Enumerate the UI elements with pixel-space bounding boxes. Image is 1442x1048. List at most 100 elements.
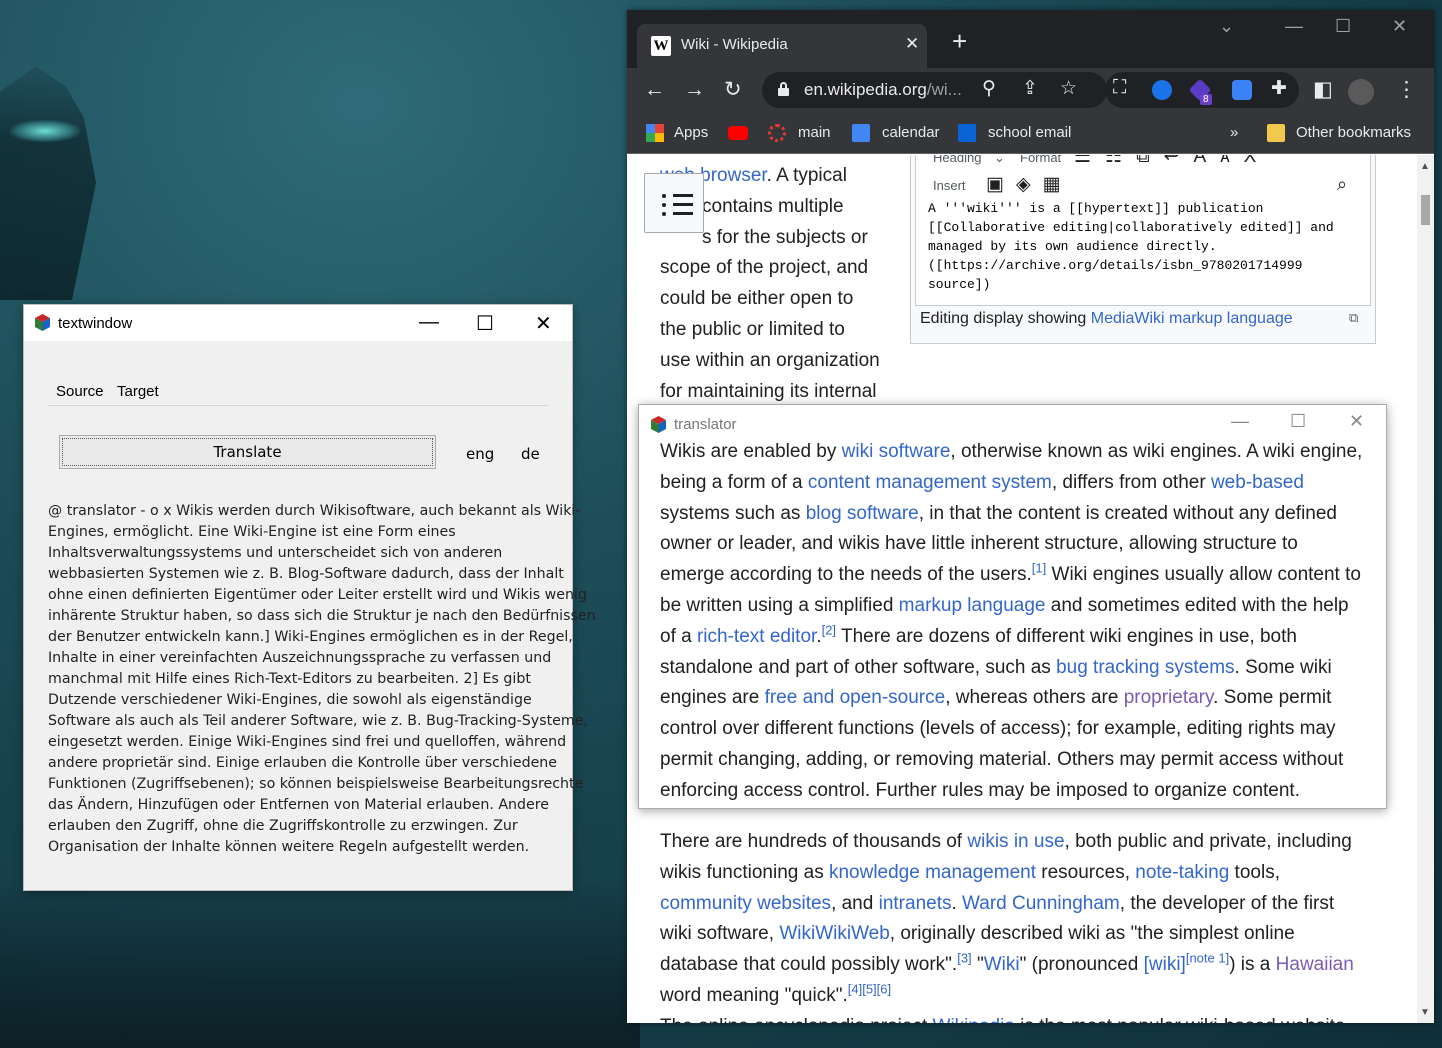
close-icon[interactable]: ✕ bbox=[535, 311, 552, 336]
new-tab-icon[interactable]: + bbox=[952, 28, 967, 54]
editor-search-icon: ⌕ bbox=[1337, 174, 1348, 194]
other-bookmarks[interactable]: Other bookmarks bbox=[1296, 124, 1411, 141]
translated-line: erlauben den Zugriff, ohne die Zugriffsk… bbox=[48, 818, 518, 834]
inline-link[interactable]: Wikipedia bbox=[933, 1016, 1015, 1023]
scroll-up-icon[interactable]: ▲ bbox=[1420, 161, 1430, 172]
translated-line: ohne einen definierten Eigentümer oder L… bbox=[48, 587, 587, 603]
inline-link[interactable]: web-based bbox=[1211, 472, 1304, 493]
inline-link[interactable]: [2] bbox=[822, 622, 836, 637]
translator-maximize-icon[interactable]: ☐ bbox=[1290, 411, 1306, 432]
inline-link[interactable]: note-taking bbox=[1135, 862, 1229, 883]
inline-link[interactable]: rich-text editor bbox=[697, 626, 816, 647]
text-line: There are hundreds of thousands of wikis… bbox=[660, 826, 1352, 857]
bookmark-main[interactable]: main bbox=[798, 124, 831, 141]
scroll-thumb[interactable] bbox=[1421, 195, 1430, 225]
translator-close-icon[interactable]: ✕ bbox=[1349, 411, 1364, 432]
inline-link[interactable]: intranets bbox=[879, 893, 952, 914]
forward-icon[interactable]: → bbox=[684, 78, 705, 102]
wikipedia-favicon-icon: W bbox=[651, 36, 671, 56]
bookmarks-overflow-icon[interactable]: » bbox=[1230, 124, 1238, 141]
text-segment: resources, bbox=[1036, 861, 1136, 883]
text-line: community websites, and intranets. Ward … bbox=[660, 888, 1334, 919]
close-window-icon[interactable]: ✕ bbox=[1392, 16, 1407, 37]
translator-line: owner or leader, and wikis have little i… bbox=[660, 529, 1362, 560]
inline-link[interactable]: community websites bbox=[660, 893, 831, 914]
minimize-icon[interactable]: — bbox=[1285, 16, 1303, 37]
tab-wiki[interactable]: W Wiki - Wikipedia ✕ bbox=[637, 24, 927, 68]
inline-link[interactable]: [4][5][6] bbox=[848, 982, 891, 997]
tab-target[interactable]: Target bbox=[117, 383, 159, 400]
text-line: database that could possibly work".[3] "… bbox=[660, 949, 1354, 980]
source-language[interactable]: eng bbox=[466, 445, 494, 463]
zoom-icon[interactable]: ⚲ bbox=[982, 77, 996, 100]
bookmark-apps[interactable]: Apps bbox=[674, 124, 708, 141]
extensions-puzzle-icon[interactable]: ✚ bbox=[1271, 77, 1287, 100]
textwindow-window: textwindow — ☐ ✕ Source Target Translate… bbox=[23, 304, 596, 891]
tab-search-icon[interactable]: ⌄ bbox=[1219, 16, 1234, 37]
extension-badge: 8 bbox=[1200, 94, 1212, 105]
back-icon[interactable]: ← bbox=[644, 78, 665, 102]
text-segment: standalone and part of other software, s… bbox=[660, 656, 1057, 678]
translated-line: inhärente Struktur haben, so dass sich d… bbox=[48, 608, 596, 624]
shazam-extension-icon[interactable] bbox=[1152, 80, 1172, 100]
inline-link[interactable]: wiki software bbox=[842, 441, 951, 462]
url-text[interactable]: en.wikipedia.org/wi... bbox=[804, 80, 962, 100]
enlarge-icon[interactable]: ⧉ bbox=[1349, 310, 1358, 326]
close-tab-icon[interactable]: ✕ bbox=[905, 34, 919, 54]
scroll-down-icon[interactable]: ▼ bbox=[1420, 1007, 1430, 1018]
editor-insert-icons: ▣◈▦ bbox=[986, 174, 1073, 195]
reload-icon[interactable]: ↻ bbox=[724, 78, 742, 102]
text-line: wiki software, WikiWikiWeb, originally d… bbox=[660, 918, 1295, 949]
translated-line: Inhalte in einer vereinfachten Auszeichn… bbox=[48, 650, 552, 666]
inline-link[interactable]: [3] bbox=[957, 951, 971, 966]
screenshot-extension-icon[interactable]: ⛶ bbox=[1113, 77, 1126, 99]
browser-toolbar: ← → ↻ en.wikipedia.org/wi... ⚲ ⇪ ☆ ⛶ 8 ✚… bbox=[627, 68, 1434, 112]
inline-link[interactable]: free and open-source bbox=[765, 687, 946, 708]
maximize-icon[interactable]: ☐ bbox=[1335, 16, 1351, 37]
tab-source[interactable]: Source bbox=[56, 383, 104, 400]
inline-link[interactable]: Wiki bbox=[984, 954, 1020, 975]
translator-line: Wikis are enabled by wiki software, othe… bbox=[660, 437, 1362, 468]
inline-link[interactable]: Hawaiian bbox=[1276, 954, 1354, 975]
text-segment: owner or leader, and wikis have little i… bbox=[660, 533, 1298, 555]
inline-link[interactable]: bug tracking systems bbox=[1056, 657, 1234, 678]
inline-link[interactable]: Ward Cunningham bbox=[962, 893, 1120, 914]
inline-link[interactable]: [wiki] bbox=[1144, 954, 1186, 975]
share-icon[interactable]: ⇪ bbox=[1022, 77, 1038, 100]
bookmark-school-email[interactable]: school email bbox=[988, 124, 1071, 141]
inline-link[interactable]: proprietary bbox=[1124, 687, 1213, 708]
inline-link[interactable]: blog software bbox=[806, 503, 919, 524]
inline-link[interactable]: markup language bbox=[899, 595, 1046, 616]
address-bar[interactable]: en.wikipedia.org/wi... ⚲ ⇪ ☆ bbox=[762, 72, 1107, 108]
toc-toggle-button[interactable] bbox=[644, 173, 704, 233]
target-language[interactable]: de bbox=[521, 445, 540, 463]
side-panel-icon[interactable]: ◧ bbox=[1313, 78, 1333, 102]
gamepad-extension-icon[interactable] bbox=[1232, 80, 1252, 100]
text-segment: . bbox=[951, 892, 963, 914]
textwindow-title: textwindow bbox=[58, 315, 133, 332]
inline-link[interactable]: knowledge management bbox=[829, 862, 1036, 883]
text-segment: of a bbox=[660, 625, 697, 647]
inline-link[interactable]: [note 1] bbox=[1186, 951, 1229, 966]
translator-minimize-icon[interactable]: — bbox=[1231, 411, 1249, 432]
bookmark-star-icon[interactable]: ☆ bbox=[1060, 77, 1077, 100]
editor-screenshot: Heading ⌄ Format ☰☷⧉↩AᴀX Insert ▣◈▦ ⌕ A … bbox=[915, 155, 1371, 306]
translator-line: be written using a simplified markup lan… bbox=[660, 591, 1362, 622]
text-line: The online encyclopedia project Wikipedi… bbox=[660, 1011, 1345, 1023]
inline-link[interactable]: [1] bbox=[1032, 561, 1046, 576]
page-scrollbar[interactable]: ▲ ▼ bbox=[1417, 155, 1434, 1023]
inline-link[interactable]: WikiWikiWeb bbox=[779, 923, 889, 944]
inline-link[interactable]: wikis in use bbox=[967, 831, 1064, 852]
profile-avatar-icon[interactable] bbox=[1348, 79, 1374, 105]
translate-button[interactable]: Translate bbox=[59, 435, 436, 469]
translated-text: @ translator - o x Wikis werden durch Wi… bbox=[48, 501, 596, 858]
menu-kebab-icon[interactable]: ⋮ bbox=[1396, 78, 1417, 102]
minimize-icon[interactable]: — bbox=[419, 311, 439, 334]
bookmark-calendar[interactable]: calendar bbox=[882, 124, 940, 141]
text-line: scope of the project, and bbox=[660, 252, 868, 283]
caption-link[interactable]: MediaWiki markup language bbox=[1091, 310, 1293, 327]
maximize-icon[interactable]: ☐ bbox=[476, 311, 494, 336]
inline-link[interactable]: content management system bbox=[808, 472, 1052, 493]
youtube-icon[interactable] bbox=[728, 126, 748, 140]
translated-line: Software als auch als Teil anderer Softw… bbox=[48, 713, 588, 729]
